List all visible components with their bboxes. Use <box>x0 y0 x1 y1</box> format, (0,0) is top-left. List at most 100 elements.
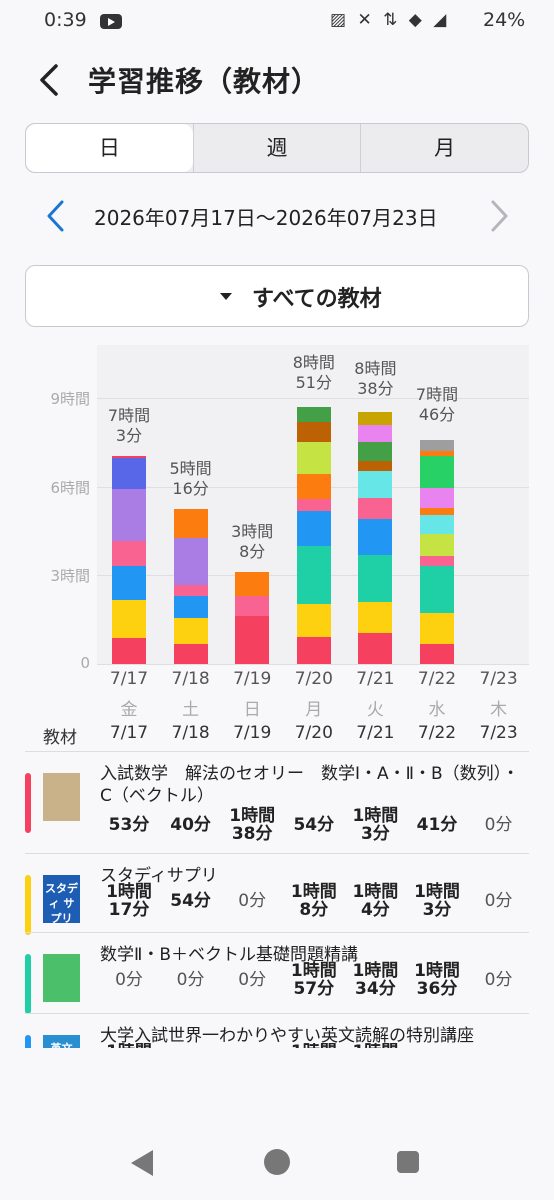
bar-total-label: 8時間 38分 <box>340 359 410 399</box>
x-weekday-label: 月 <box>305 700 323 720</box>
chart-gridline <box>97 664 529 665</box>
material-color-bar <box>25 875 31 935</box>
bar-segment <box>173 538 208 585</box>
bar-segment <box>296 546 331 604</box>
x-date-label: 7/17 <box>109 669 149 689</box>
bar-total-label: 7時間 3分 <box>94 406 164 446</box>
daily-time-value: 0分 <box>161 971 221 989</box>
bar-segment <box>112 458 146 490</box>
time-value-line: 41分 <box>416 815 458 835</box>
bar-total-minutes: 3分 <box>115 425 143 445</box>
bar-segment <box>420 507 454 515</box>
bar-total-minutes: 16分 <box>172 478 209 498</box>
previous-period-chevron-icon[interactable] <box>42 198 70 234</box>
back-arrow-icon[interactable] <box>32 60 72 100</box>
bar-segment <box>112 637 146 664</box>
next-period-chevron-icon[interactable] <box>485 198 513 234</box>
bar-segment <box>420 514 454 534</box>
x-date-label: 7/19 <box>233 669 272 689</box>
nav-home-icon[interactable] <box>264 1149 290 1175</box>
material-name: 入試数学 解法のセオリー 数学Ⅰ・A・Ⅱ・B（数列）・C（ベクトル） <box>100 764 520 806</box>
bar-segment <box>173 595 208 618</box>
bar-segment <box>296 510 331 547</box>
bar-segment <box>235 571 270 597</box>
time-value-line: 8分 <box>299 900 329 920</box>
bar-segment <box>173 584 208 596</box>
time-value-line: 1時間 <box>106 882 152 902</box>
time-value-line: 0分 <box>484 970 513 990</box>
dropdown-triangle-icon <box>220 293 232 300</box>
time-value-line: 1時間 <box>414 961 460 981</box>
x-date-label: 7/18 <box>171 669 210 689</box>
bar-total-label: 7時間 46分 <box>402 385 472 425</box>
bar-segment <box>420 612 454 644</box>
tab-month[interactable]: 月 <box>360 124 528 172</box>
daily-time-value: 1時間 34分 <box>345 962 405 998</box>
nav-back-icon[interactable] <box>131 1150 153 1176</box>
x-weekday-label: 日 <box>243 700 261 720</box>
table-header-date: 7/23 <box>479 723 518 743</box>
y-tick-label: 6時間 <box>50 478 90 497</box>
time-value-line: 53分 <box>108 815 150 835</box>
tab-week[interactable]: 週 <box>192 124 361 172</box>
bar-total-minutes: 38分 <box>357 379 394 399</box>
x-date-label: 7/21 <box>356 669 395 689</box>
youtube-notification-icon <box>100 14 122 29</box>
bar-segment <box>296 474 331 499</box>
bar-total-hours: 8時間 <box>354 359 397 379</box>
daily-time-value: 40分 <box>161 816 221 834</box>
table-header-material: 教材 <box>43 728 77 748</box>
table-header-date: 7/21 <box>356 723 395 743</box>
time-value-line: 1時間 <box>352 806 399 826</box>
bar-segment <box>173 644 208 664</box>
table-header-date: 7/18 <box>171 723 210 743</box>
bar-segment <box>112 565 146 601</box>
material-cover-thumbnail: スタディ サプリ <box>43 875 80 923</box>
bar-segment <box>235 615 270 664</box>
bar-segment <box>112 541 146 566</box>
bar-total-label: 5時間 16分 <box>156 459 226 499</box>
bar-total-hours: 8時間 <box>292 352 335 372</box>
period-segmented-control: 日 週 月 <box>25 123 529 173</box>
time-value-line: 54分 <box>170 891 211 911</box>
time-value-line: 0分 <box>238 891 267 911</box>
bar-total-hours: 5時間 <box>169 458 212 478</box>
bar-segment <box>358 424 393 442</box>
material-filter-dropdown[interactable]: すべての教材 <box>25 265 529 327</box>
bar-segment <box>358 601 393 633</box>
bar-total-minutes: 51分 <box>295 372 332 392</box>
x-weekday-label: 火 <box>366 700 384 720</box>
daily-time-value: 0分 <box>222 892 282 910</box>
status-icons: ▨ ✕ ⇅ ◆ ◢ <box>330 10 450 30</box>
daily-time-value: 1時間 3分 <box>345 807 405 843</box>
x-date-label: 7/22 <box>417 669 457 689</box>
daily-time-value: 1時間 38分 <box>222 807 282 843</box>
daily-time-value: 54分 <box>161 892 221 910</box>
bar-segment <box>420 643 454 664</box>
daily-time-value: 1時間 8分 <box>284 883 344 919</box>
x-weekday-label: 水 <box>428 700 446 720</box>
time-value-line: 1時間 <box>352 882 399 902</box>
bar-segment <box>296 637 331 664</box>
daily-time-value: 41分 <box>407 816 467 834</box>
bar-segment <box>112 489 146 541</box>
bar-total-label: 8時間 51分 <box>279 353 349 393</box>
time-value-line: 1時間 <box>414 882 460 902</box>
y-tick-label: 0 <box>80 654 90 672</box>
bar-segment <box>296 603 331 638</box>
bar-segment <box>358 555 393 602</box>
bar-segment <box>420 455 454 488</box>
daily-time-value: 0分 <box>469 816 529 834</box>
bar-segment <box>420 555 454 566</box>
status-time: 0:39 <box>44 9 87 31</box>
daily-time-value: 0分 <box>222 971 282 989</box>
nav-recents-icon[interactable] <box>397 1151 419 1173</box>
x-date-label: 7/20 <box>294 669 333 689</box>
tab-day[interactable]: 日 <box>26 124 193 172</box>
bar-total-hours: 7時間 <box>107 405 151 425</box>
time-value-line: 36分 <box>416 979 458 999</box>
time-value-line: 0分 <box>115 970 143 990</box>
y-tick-label: 9時間 <box>50 390 90 409</box>
time-value-line: 57分 <box>293 979 335 999</box>
bar-total-minutes: 46分 <box>418 404 456 424</box>
